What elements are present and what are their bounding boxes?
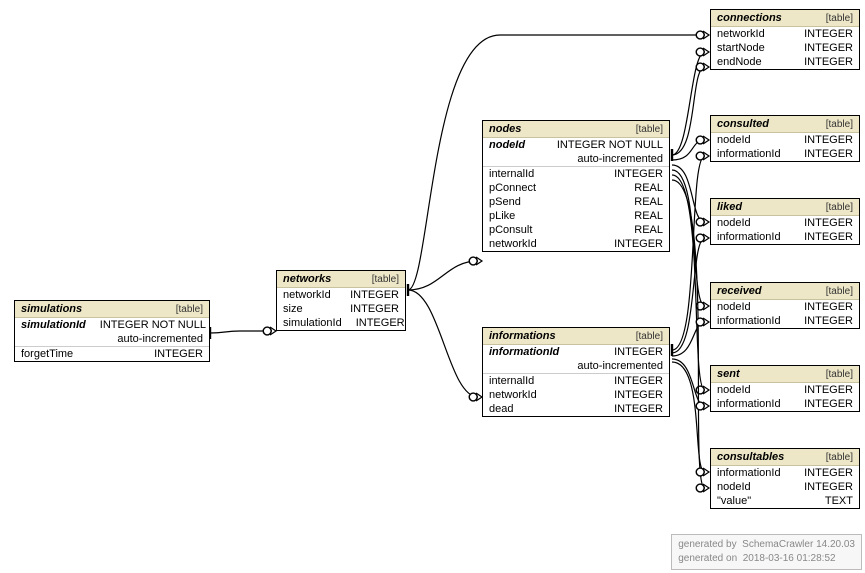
table-name: nodes xyxy=(489,123,521,135)
table-tag: [table] xyxy=(826,369,853,380)
column-row: informationId INTEGER xyxy=(711,147,859,161)
table-networks: networks [table] networkId INTEGER size … xyxy=(276,270,406,331)
table-name: liked xyxy=(717,201,742,213)
table-consulted: consulted [table] nodeId INTEGER informa… xyxy=(710,115,860,162)
column-row: size INTEGER xyxy=(277,302,405,316)
column-row: dead INTEGER xyxy=(483,402,669,416)
table-tag: [table] xyxy=(826,202,853,213)
table-sent: sent [table] nodeId INTEGER informationI… xyxy=(710,365,860,412)
table-connections: connections [table] networkId INTEGER st… xyxy=(710,9,860,70)
table-tag: [table] xyxy=(372,274,399,285)
table-simulations: simulations [table] simulationId INTEGER… xyxy=(14,300,210,362)
column-row: pSend REAL xyxy=(483,195,669,209)
column-row: networkId INTEGER xyxy=(711,27,859,41)
table-name: connections xyxy=(717,12,782,24)
table-name: received xyxy=(717,285,762,297)
column-row: informationId INTEGER xyxy=(711,314,859,328)
table-tag: [table] xyxy=(636,331,663,342)
table-name: consulted xyxy=(717,118,769,130)
column-row: pLike REAL xyxy=(483,209,669,223)
footer-label: generated by xyxy=(678,539,736,550)
column-row: startNode INTEGER xyxy=(711,41,859,55)
table-name: sent xyxy=(717,368,740,380)
table-tag: [table] xyxy=(826,13,853,24)
column-row: simulationId INTEGER xyxy=(277,316,405,330)
column-row: informationId INTEGER xyxy=(711,230,859,244)
table-liked: liked [table] nodeId INTEGER information… xyxy=(710,198,860,245)
table-tag: [table] xyxy=(826,286,853,297)
table-consultables: consultables [table] informationId INTEG… xyxy=(710,448,860,509)
table-name: consultables xyxy=(717,451,784,463)
table-tag: [table] xyxy=(636,124,663,135)
table-informations: informations [table] informationId INTEG… xyxy=(482,327,670,417)
table-tag: [table] xyxy=(826,452,853,463)
column-row: nodeId INTEGER xyxy=(711,133,859,147)
column-row: pConsult REAL xyxy=(483,223,669,237)
column-row: informationId INTEGER xyxy=(711,466,859,480)
column-row: networkId INTEGER xyxy=(483,237,669,251)
column-row: endNode INTEGER xyxy=(711,55,859,69)
column-row: internalId INTEGER xyxy=(483,166,669,181)
column-row: internalId INTEGER xyxy=(483,373,669,388)
footer-value: 2018-03-16 01:28:52 xyxy=(743,553,836,564)
table-tag: [table] xyxy=(826,119,853,130)
column-row: informationId INTEGER xyxy=(483,345,669,359)
column-row: auto-incremented xyxy=(15,332,209,346)
column-row: networkId INTEGER xyxy=(483,388,669,402)
column-row: informationId INTEGER xyxy=(711,397,859,411)
column-row: nodeId INTEGER NOT NULL xyxy=(483,138,669,152)
column-row: nodeId INTEGER xyxy=(711,480,859,494)
column-row: simulationId INTEGER NOT NULL xyxy=(15,318,209,332)
column-row: auto-incremented xyxy=(483,359,669,373)
table-name: simulations xyxy=(21,303,82,315)
column-row: nodeId INTEGER xyxy=(711,300,859,314)
column-row: nodeId INTEGER xyxy=(711,383,859,397)
column-row: pConnect REAL xyxy=(483,181,669,195)
column-row: auto-incremented xyxy=(483,152,669,166)
table-name: networks xyxy=(283,273,331,285)
footer-value: SchemaCrawler 14.20.03 xyxy=(742,539,855,550)
table-nodes: nodes [table] nodeId INTEGER NOT NULL au… xyxy=(482,120,670,252)
column-row: nodeId INTEGER xyxy=(711,216,859,230)
table-name: informations xyxy=(489,330,556,342)
footer-label: generated on xyxy=(678,553,737,564)
column-row: forgetTime INTEGER xyxy=(15,346,209,361)
column-row: "value" TEXT xyxy=(711,494,859,508)
generator-footer: generated by SchemaCrawler 14.20.03 gene… xyxy=(671,534,862,570)
table-received: received [table] nodeId INTEGER informat… xyxy=(710,282,860,329)
table-tag: [table] xyxy=(176,304,203,315)
column-row: networkId INTEGER xyxy=(277,288,405,302)
